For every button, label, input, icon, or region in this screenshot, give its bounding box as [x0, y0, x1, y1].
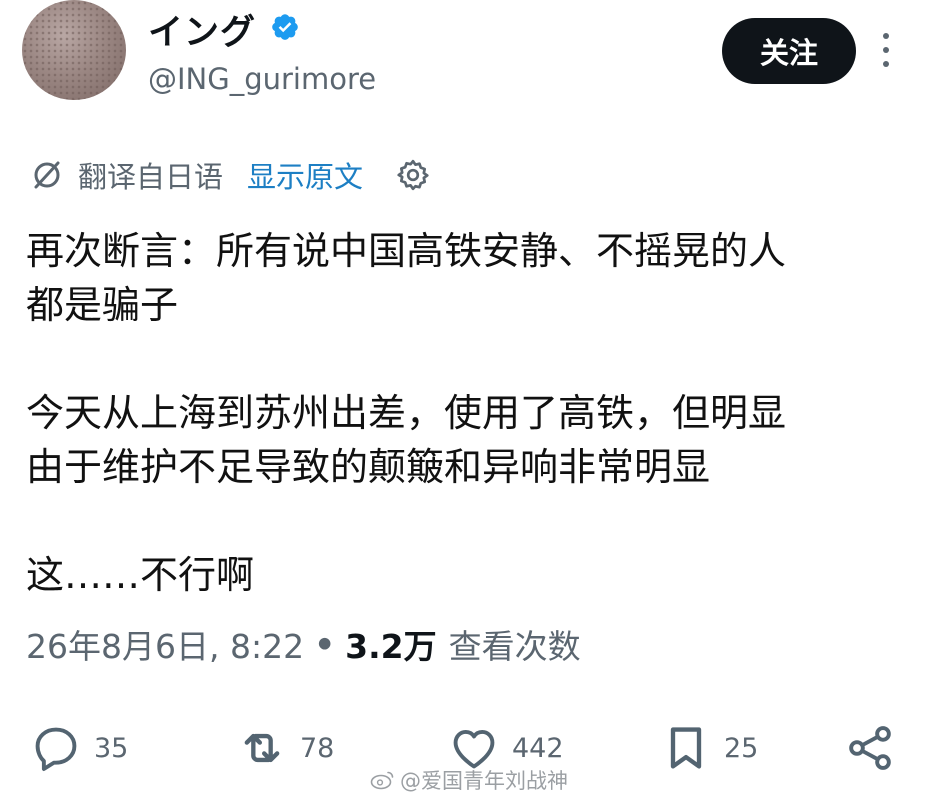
views-count: 3.2万 — [345, 627, 437, 666]
views-label: 查看次数 — [448, 627, 581, 666]
share-icon — [849, 726, 891, 770]
translate-icon — [34, 161, 60, 189]
bookmark-button[interactable]: 25 — [660, 718, 758, 778]
retweet-icon — [244, 733, 280, 763]
more-icon[interactable] — [876, 28, 896, 72]
reply-button[interactable]: 35 — [30, 718, 128, 778]
bookmark-icon — [670, 727, 702, 769]
meta-separator: • — [314, 624, 336, 664]
reply-icon — [35, 727, 77, 771]
like-count: 442 — [512, 732, 564, 764]
verified-badge-icon — [272, 14, 298, 40]
tweet-meta: 26年8月6日, 8:22 • 3.2万 查看次数 — [26, 620, 581, 668]
watermark: @爱国青年刘战神 — [370, 765, 568, 795]
translation-row: 翻译自日语 显示原文 — [30, 150, 431, 200]
gear-icon[interactable] — [395, 157, 431, 193]
share-button[interactable] — [844, 718, 896, 778]
weibo-logo-icon — [370, 771, 394, 790]
watermark-text: @爱国青年刘战神 — [400, 769, 568, 793]
retweet-button[interactable]: 78 — [236, 718, 334, 778]
reply-count: 35 — [94, 732, 129, 764]
retweet-count: 78 — [300, 732, 335, 764]
tweet-text: 再次断言：所有说中国高铁安静、不摇晃的人 都是骗子 今天从上海到苏州出差，使用了… — [26, 229, 787, 597]
translation-label: 翻译自日语 — [78, 160, 224, 194]
show-original-link[interactable]: 显示原文 — [247, 154, 363, 196]
follow-button[interactable]: 关注 — [722, 18, 856, 84]
handle[interactable]: @ING_gurimore — [148, 62, 376, 96]
tweet-timestamp[interactable]: 26年8月6日, 8:22 — [26, 620, 304, 668]
avatar[interactable] — [22, 0, 126, 100]
bookmark-count: 25 — [724, 732, 759, 764]
display-name[interactable]: イング — [148, 4, 256, 55]
